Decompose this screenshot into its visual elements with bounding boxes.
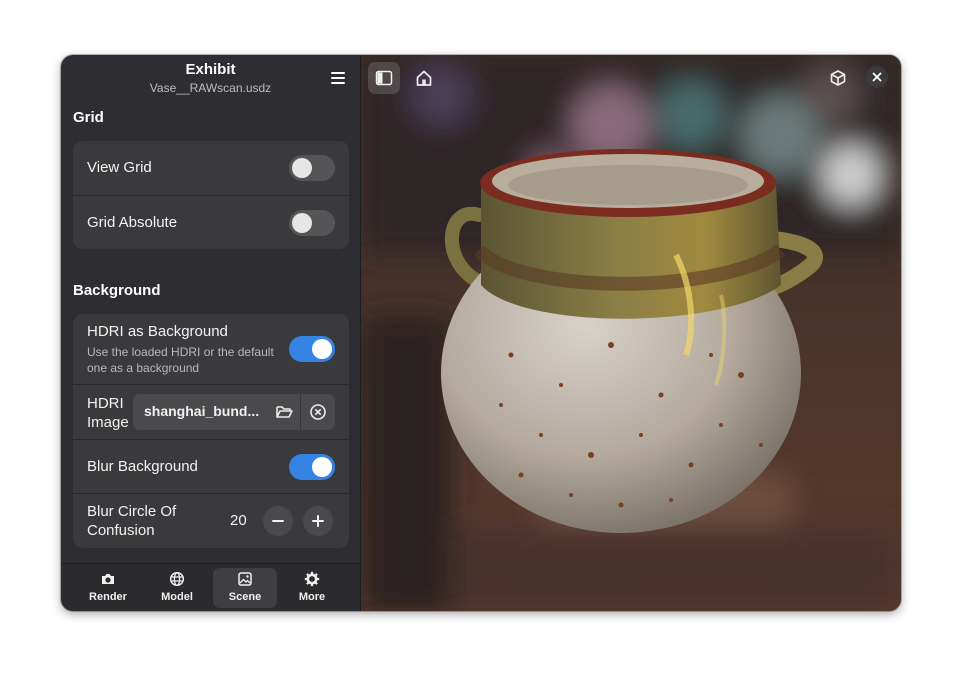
background-card: HDRI as Background Use the loaded HDRI o… [73, 314, 349, 548]
sidebar: Exhibit Vase__RAWscan.usdz Grid View Gri… [61, 55, 361, 611]
camera-icon [102, 574, 114, 584]
cube-icon [830, 70, 846, 86]
sidebar-toggle-icon [375, 70, 393, 86]
hamburger-menu-icon [331, 72, 345, 74]
hdri-background-switch[interactable] [289, 336, 335, 362]
close-window-button[interactable] [866, 66, 888, 88]
home-button[interactable] [408, 62, 440, 94]
tab-render-label: Render [89, 591, 127, 603]
grid-absolute-row[interactable]: Grid Absolute [73, 195, 349, 249]
hdri-image-row: HDRI Image shanghai_bund... [73, 384, 349, 440]
clear-circle-icon[interactable] [305, 399, 331, 425]
tab-more[interactable]: More [280, 568, 344, 608]
tab-render[interactable]: Render [76, 568, 140, 608]
decrement-button[interactable] [263, 506, 293, 536]
close-icon [872, 72, 882, 82]
increment-button[interactable] [303, 506, 333, 536]
grid-absolute-switch[interactable] [289, 210, 335, 236]
hdri-image-label: HDRI Image [87, 395, 129, 431]
blur-background-switch[interactable] [289, 454, 335, 480]
background-section-title: Background [73, 282, 161, 299]
blur-background-row[interactable]: Blur Background [73, 439, 349, 494]
tab-scene-label: Scene [228, 591, 262, 603]
hdri-file-chooser[interactable]: shanghai_bund... [133, 394, 335, 430]
hdri-background-row[interactable]: HDRI as Background Use the loaded HDRI o… [73, 314, 349, 384]
gear-icon [304, 571, 320, 587]
tab-scene[interactable]: Scene [213, 568, 277, 608]
minus-icon [272, 520, 284, 522]
blur-background-label: Blur Background [87, 458, 198, 475]
sidebar-toggle-button[interactable] [368, 62, 400, 94]
view-grid-row[interactable]: View Grid [73, 141, 349, 195]
file-subtitle: Vase__RAWscan.usdz [149, 81, 272, 95]
grid-absolute-label: Grid Absolute [87, 214, 178, 231]
hdri-file-name: shanghai_bund... [144, 403, 260, 419]
3d-viewport[interactable] [361, 55, 901, 611]
plus-icon [312, 515, 324, 527]
tab-model-label: Model [161, 591, 193, 603]
app-title: Exhibit [185, 61, 236, 78]
bottom-tab-bar: Render Model Scene More [61, 563, 360, 611]
hdri-background-description: Use the loaded HDRI or the default one a… [87, 345, 274, 375]
header-bar: Exhibit Vase__RAWscan.usdz [61, 55, 360, 101]
home-icon [416, 70, 432, 86]
main-menu-button[interactable] [323, 65, 353, 91]
blur-coc-value[interactable]: 20 [230, 512, 247, 529]
tab-model[interactable]: Model [145, 568, 209, 608]
blur-coc-label: Blur Circle Of Confusion [87, 503, 177, 539]
app-window: Exhibit Vase__RAWscan.usdz Grid View Gri… [61, 55, 901, 611]
grid-section-title: Grid [73, 109, 104, 126]
view-mode-button[interactable] [822, 62, 854, 94]
globe-icon [169, 571, 185, 587]
view-grid-switch[interactable] [289, 155, 335, 181]
image-icon [238, 572, 252, 586]
tab-more-label: More [298, 591, 326, 603]
blur-coc-row: Blur Circle Of Confusion 20 [73, 493, 349, 548]
vase-model-render [361, 55, 901, 611]
folder-open-icon[interactable] [271, 399, 297, 425]
view-grid-label: View Grid [87, 159, 152, 176]
grid-card: View Grid Grid Absolute [73, 141, 349, 249]
hdri-background-label: HDRI as Background [87, 323, 228, 340]
